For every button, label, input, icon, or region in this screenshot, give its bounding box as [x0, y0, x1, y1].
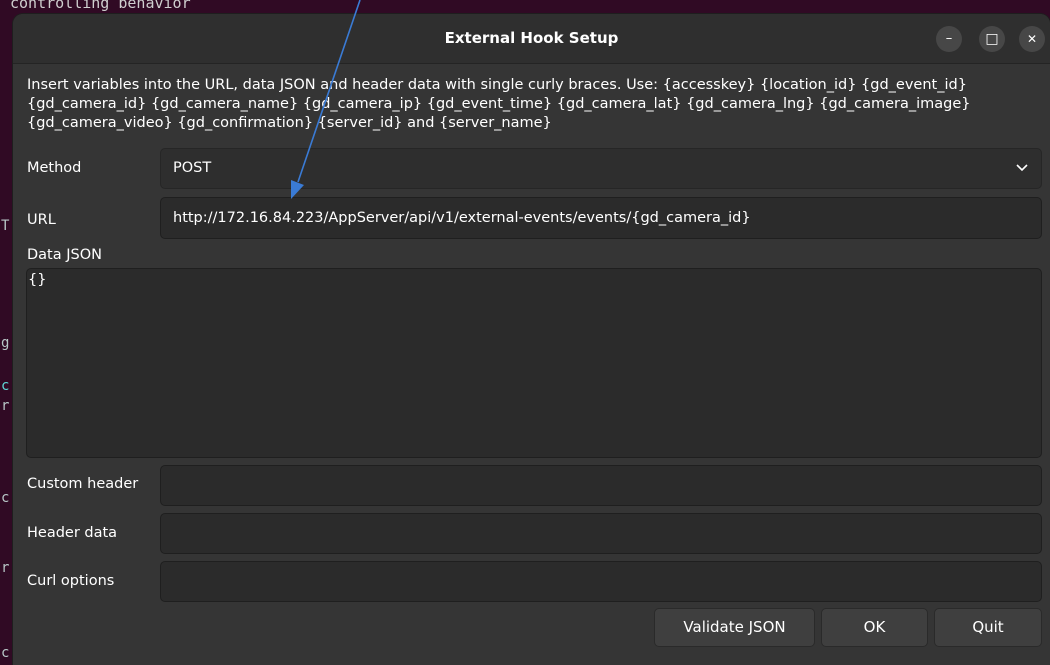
data-json-label: Data JSON: [27, 247, 102, 263]
data-json-value: {}: [28, 272, 47, 288]
minimize-button[interactable]: –: [936, 26, 962, 52]
custom-header-label: Custom header: [27, 476, 139, 492]
quit-button[interactable]: Quit: [934, 608, 1042, 647]
terminal-edge-char: c: [1, 490, 10, 506]
url-input[interactable]: http://172.16.84.223/AppServer/api/v1/ex…: [160, 197, 1042, 239]
method-value: POST: [173, 160, 212, 176]
variables-help-text: Insert variables into the URL, data JSON…: [27, 77, 971, 131]
terminal-edge-char: r: [1, 398, 10, 414]
header-data-input[interactable]: [160, 513, 1042, 554]
curl-options-label: Curl options: [27, 573, 115, 589]
custom-header-input[interactable]: [160, 465, 1042, 506]
ok-button[interactable]: OK: [821, 608, 928, 647]
terminal-edge-char: c: [1, 378, 10, 394]
url-value: http://172.16.84.223/AppServer/api/v1/ex…: [173, 210, 751, 226]
close-button[interactable]: ✕: [1019, 26, 1045, 52]
terminal-edge-char: r: [1, 560, 10, 576]
window-title: External Hook Setup: [444, 29, 619, 47]
method-label: Method: [27, 160, 82, 176]
terminal-edge-char: T: [1, 218, 10, 234]
curl-options-input[interactable]: [160, 561, 1042, 602]
terminal-edge-char: g: [1, 335, 10, 351]
terminal-text: controlling behavior: [10, 0, 191, 12]
chevron-down-icon: [1016, 164, 1028, 172]
url-label: URL: [27, 212, 56, 228]
data-json-textarea[interactable]: {}: [26, 268, 1042, 458]
method-select[interactable]: POST: [160, 148, 1042, 189]
external-hook-dialog: External Hook Setup – □ ✕ Insert variabl…: [13, 14, 1050, 665]
validate-json-button[interactable]: Validate JSON: [654, 608, 815, 647]
maximize-button[interactable]: □: [979, 26, 1005, 52]
header-data-label: Header data: [27, 525, 118, 541]
terminal-edge-char: c: [1, 645, 10, 661]
title-bar[interactable]: External Hook Setup – □ ✕: [13, 14, 1050, 64]
